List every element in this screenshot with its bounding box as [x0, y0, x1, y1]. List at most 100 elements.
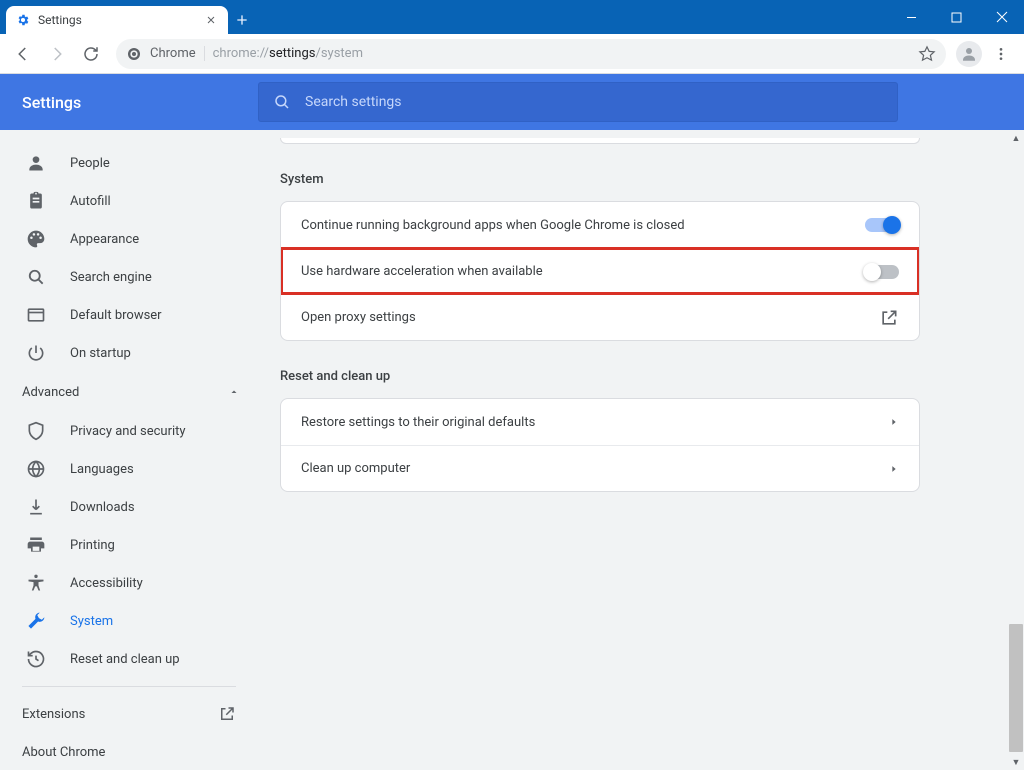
- power-icon: [26, 343, 46, 363]
- scroll-up-icon[interactable]: ▲: [1012, 130, 1021, 146]
- sidebar-item-label: Default browser: [70, 308, 162, 323]
- open-external-icon: [879, 308, 899, 328]
- download-icon: [26, 497, 46, 517]
- sidebar-item-label: Privacy and security: [70, 424, 186, 439]
- sidebar-item-accessibility[interactable]: Accessibility: [0, 564, 258, 602]
- sidebar-item-languages[interactable]: Languages: [0, 450, 258, 488]
- printer-icon: [26, 535, 46, 555]
- search-settings-box[interactable]: [258, 82, 898, 122]
- row-clean-up-computer[interactable]: Clean up computer: [281, 445, 919, 491]
- minimize-button[interactable]: [889, 0, 934, 34]
- section-title-system: System: [280, 172, 920, 187]
- site-info-icon[interactable]: [126, 46, 142, 62]
- chevron-right-icon: [889, 417, 899, 427]
- scrollbar[interactable]: ▲ ▼: [1008, 130, 1024, 770]
- sidebar-item-search-engine[interactable]: Search engine: [0, 258, 258, 296]
- sidebar-item-label: Printing: [70, 538, 115, 553]
- row-label: Continue running background apps when Go…: [301, 218, 865, 233]
- menu-button[interactable]: [986, 39, 1016, 69]
- scroll-down-icon[interactable]: ▼: [1012, 754, 1021, 770]
- new-tab-button[interactable]: [228, 6, 256, 34]
- sidebar-item-label: Accessibility: [70, 576, 143, 591]
- sidebar-item-default-browser[interactable]: Default browser: [0, 296, 258, 334]
- chevron-up-icon: [228, 386, 240, 398]
- tab-title: Settings: [38, 13, 196, 27]
- sidebar-item-extensions[interactable]: Extensions: [0, 695, 258, 733]
- sidebar-item-label: Search engine: [70, 270, 152, 285]
- browser-tab[interactable]: Settings: [6, 6, 228, 34]
- address-bar[interactable]: Chrome chrome://settings/system: [116, 39, 946, 69]
- sidebar-item-label: Downloads: [70, 500, 135, 515]
- window-controls: [889, 0, 1024, 34]
- row-restore-defaults[interactable]: Restore settings to their original defau…: [281, 399, 919, 445]
- sidebar-item-appearance[interactable]: Appearance: [0, 220, 258, 258]
- section-title-reset: Reset and clean up: [280, 369, 920, 384]
- gear-icon: [16, 13, 30, 27]
- globe-icon: [26, 459, 46, 479]
- chevron-right-icon: [889, 464, 899, 474]
- clipboard-icon: [26, 191, 46, 211]
- bookmark-icon[interactable]: [918, 45, 936, 63]
- sidebar-item-reset[interactable]: Reset and clean up: [0, 640, 258, 678]
- sidebar-item-label: On startup: [70, 346, 131, 361]
- search-settings-input[interactable]: [305, 94, 883, 110]
- toggle-hardware-acceleration[interactable]: [865, 265, 899, 279]
- row-label: Restore settings to their original defau…: [301, 415, 889, 430]
- system-card: Continue running background apps when Go…: [280, 201, 920, 341]
- row-label: Use hardware acceleration when available: [301, 264, 865, 279]
- settings-header: Settings: [0, 74, 1024, 130]
- close-tab-icon[interactable]: [204, 13, 218, 27]
- sidebar-item-label: Extensions: [22, 707, 85, 722]
- url-prefix: Chrome: [150, 46, 205, 61]
- wrench-icon: [26, 611, 46, 631]
- url-text: chrome://settings/system: [213, 46, 363, 61]
- sidebar-item-label: System: [70, 614, 113, 629]
- palette-icon: [26, 229, 46, 249]
- sidebar-item-privacy[interactable]: Privacy and security: [0, 412, 258, 450]
- divider: [22, 686, 236, 687]
- sidebar-item-about[interactable]: About Chrome: [0, 733, 258, 770]
- previous-card-edge: [280, 138, 920, 144]
- sidebar-item-label: Reset and clean up: [70, 652, 180, 667]
- sidebar-item-printing[interactable]: Printing: [0, 526, 258, 564]
- sidebar-item-downloads[interactable]: Downloads: [0, 488, 258, 526]
- browser-icon: [26, 305, 46, 325]
- open-external-icon: [218, 705, 236, 723]
- sidebar-item-people[interactable]: People: [0, 144, 258, 182]
- restore-icon: [26, 649, 46, 669]
- back-button[interactable]: [8, 39, 38, 69]
- profile-avatar[interactable]: [956, 41, 982, 67]
- sidebar-item-system[interactable]: System: [0, 602, 258, 640]
- sidebar-item-label: People: [70, 156, 110, 171]
- shield-icon: [26, 421, 46, 441]
- sidebar-group-advanced[interactable]: Advanced: [0, 372, 258, 412]
- page-title: Settings: [22, 93, 258, 112]
- sidebar-item-on-startup[interactable]: On startup: [0, 334, 258, 372]
- row-label: Open proxy settings: [301, 310, 879, 325]
- row-proxy-settings[interactable]: Open proxy settings: [281, 294, 919, 340]
- row-background-apps[interactable]: Continue running background apps when Go…: [281, 202, 919, 248]
- search-icon: [273, 93, 291, 111]
- sidebar-item-label: Languages: [70, 462, 134, 477]
- scrollbar-thumb[interactable]: [1009, 624, 1023, 752]
- reload-button[interactable]: [76, 39, 106, 69]
- sidebar-item-autofill[interactable]: Autofill: [0, 182, 258, 220]
- browser-toolbar: Chrome chrome://settings/system: [0, 34, 1024, 74]
- sidebar-item-label: Appearance: [70, 232, 139, 247]
- row-hardware-acceleration[interactable]: Use hardware acceleration when available: [281, 248, 919, 294]
- toggle-background-apps[interactable]: [865, 218, 899, 232]
- titlebar: Settings: [0, 0, 1024, 34]
- sidebar: People Autofill Appearance Search engine…: [0, 130, 258, 770]
- reset-card: Restore settings to their original defau…: [280, 398, 920, 492]
- search-icon: [26, 267, 46, 287]
- sidebar-item-label: About Chrome: [22, 745, 105, 760]
- person-icon: [26, 153, 46, 173]
- main-panel: System Continue running background apps …: [258, 130, 1024, 770]
- accessibility-icon: [26, 573, 46, 593]
- row-label: Clean up computer: [301, 461, 889, 476]
- forward-button[interactable]: [42, 39, 72, 69]
- close-window-button[interactable]: [979, 0, 1024, 34]
- sidebar-item-label: Autofill: [70, 194, 111, 209]
- maximize-button[interactable]: [934, 0, 979, 34]
- sidebar-group-label: Advanced: [22, 385, 79, 400]
